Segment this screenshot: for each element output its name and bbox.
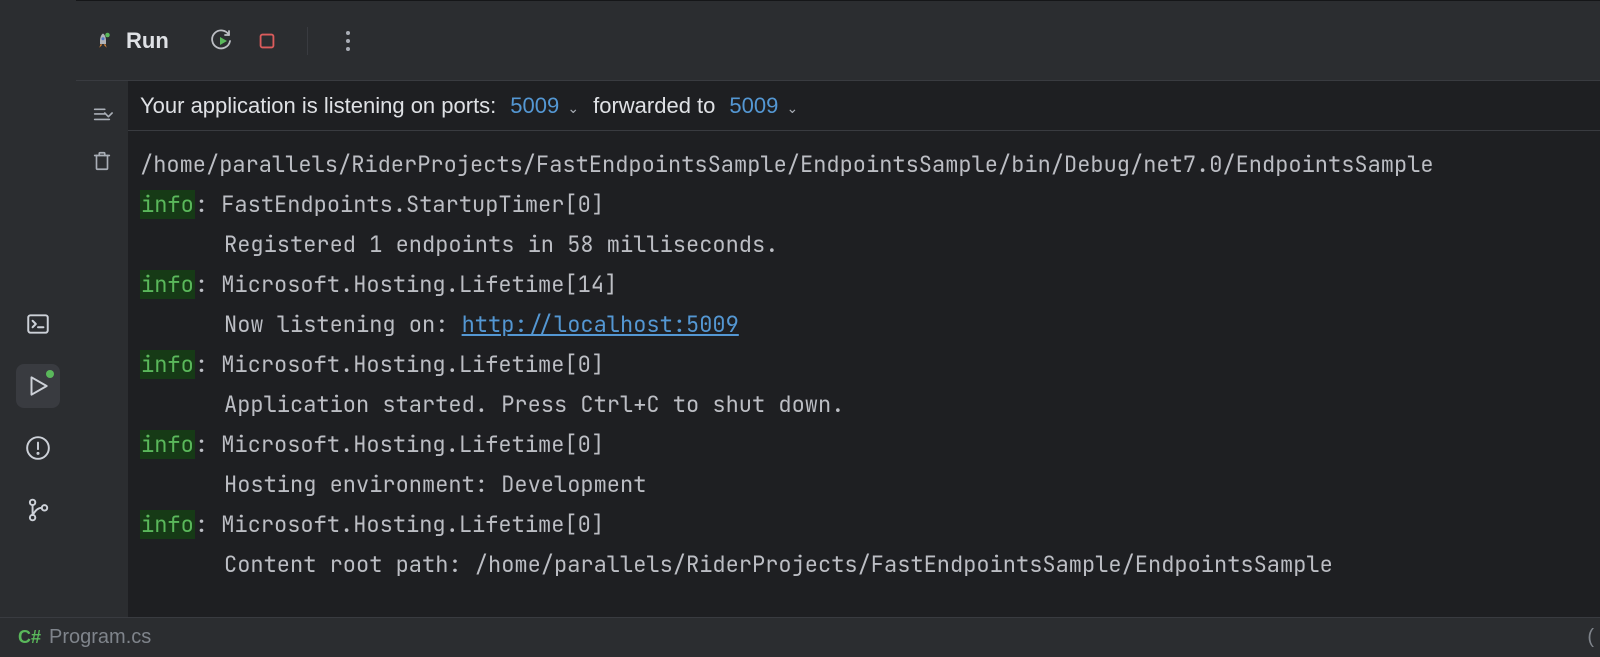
more-actions-button[interactable] (330, 23, 366, 59)
log-message: Content root path: /home/parallels/Rider… (140, 545, 1588, 585)
log-line: info: Microsoft.Hosting.Lifetime[14] (140, 265, 1588, 305)
log-message: Hosting environment: Development (140, 465, 1588, 505)
terminal-tool-button[interactable] (16, 302, 60, 346)
csharp-file-icon: C# (18, 627, 41, 648)
run-tool-button[interactable] (16, 364, 60, 408)
console-gutter (76, 81, 128, 617)
log-line: info: Microsoft.Hosting.Lifetime[0] (140, 425, 1588, 465)
log-level-info: info (140, 350, 195, 379)
clear-all-button[interactable] (90, 149, 114, 173)
log-message: Now listening on: http://localhost:5009 (140, 305, 1588, 345)
log-line: info: FastEndpoints.StartupTimer[0] (140, 185, 1588, 225)
chevron-down-icon: ⌄ (786, 100, 798, 116)
status-right-parenthesis: ( (1587, 626, 1600, 649)
stop-button[interactable] (249, 23, 285, 59)
run-tab-title[interactable]: Run (126, 28, 169, 54)
log-line: info: Microsoft.Hosting.Lifetime[0] (140, 345, 1588, 385)
log-message: Registered 1 endpoints in 58 millisecond… (140, 225, 1588, 265)
listening-url-link[interactable]: http://localhost:5009 (462, 310, 739, 339)
run-config-icon (94, 30, 112, 52)
current-file-name[interactable]: Program.cs (49, 626, 151, 649)
log-level-info: info (140, 270, 195, 299)
scroll-to-end-button[interactable] (90, 101, 114, 125)
listening-port-dropdown[interactable]: 5009 ⌄ (510, 93, 579, 119)
log-line: info: Microsoft.Hosting.Lifetime[0] (140, 505, 1588, 545)
ports-bar: Your application is listening on ports: … (128, 81, 1600, 131)
problems-tool-button[interactable] (16, 426, 60, 470)
log-level-info: info (140, 430, 195, 459)
kebab-icon (346, 31, 350, 51)
console-log[interactable]: /home/parallels/RiderProjects/FastEndpoi… (128, 131, 1600, 617)
rerun-button[interactable] (201, 23, 237, 59)
forwarded-port-dropdown[interactable]: 5009 ⌄ (729, 93, 798, 119)
console-output: Your application is listening on ports: … (128, 81, 1600, 617)
chevron-down-icon: ⌄ (567, 100, 579, 116)
vcs-tool-button[interactable] (16, 488, 60, 532)
toolbar-divider (307, 27, 308, 55)
status-bar: C# Program.cs ( (0, 617, 1600, 657)
run-toolbar: Run (76, 1, 1600, 81)
ports-label: Your application is listening on ports: (140, 93, 496, 119)
log-level-info: info (140, 190, 195, 219)
listening-port: 5009 (510, 93, 559, 118)
left-toolwindow-bar (0, 0, 76, 617)
forwarded-label: forwarded to (593, 93, 715, 119)
log-message: Application started. Press Ctrl+C to shu… (140, 385, 1588, 425)
running-indicator-dot (46, 370, 54, 378)
log-command-line: /home/parallels/RiderProjects/FastEndpoi… (140, 145, 1588, 185)
log-level-info: info (140, 510, 195, 539)
forwarded-port: 5009 (729, 93, 778, 118)
